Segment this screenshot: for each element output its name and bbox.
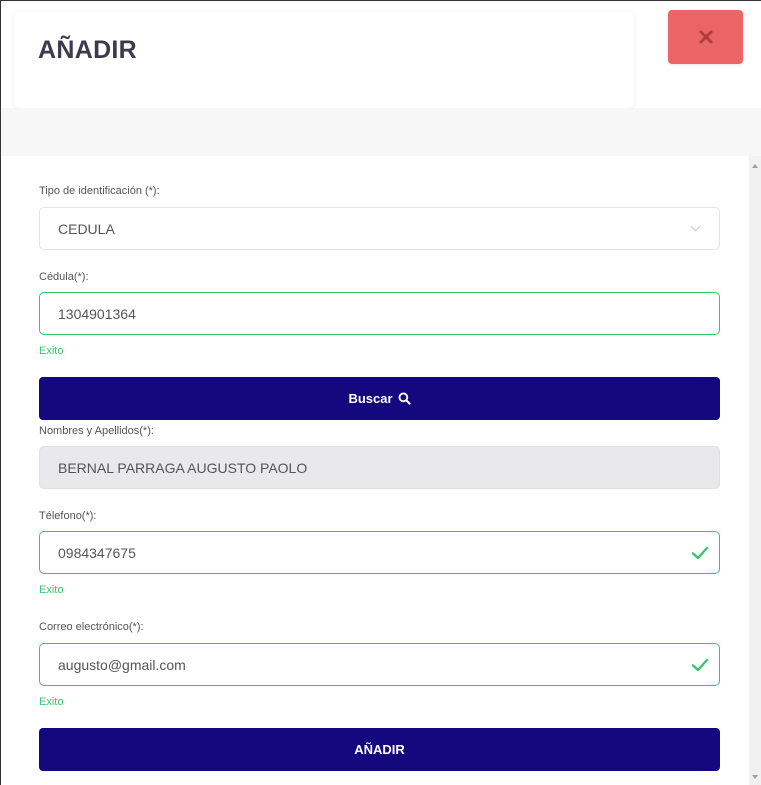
phone-label: Télefono(*): <box>39 510 97 522</box>
cedula-input[interactable]: 1304901364 <box>39 292 720 335</box>
close-icon <box>699 30 712 44</box>
search-button-label: Buscar <box>348 391 393 406</box>
full-name-value: BERNAL PARRAGA AUGUSTO PAOLO <box>58 459 308 476</box>
id-type-value: CEDULA <box>58 220 115 237</box>
chevron-down-icon <box>690 221 701 232</box>
modal-title: AÑADIR <box>38 36 138 64</box>
close-button[interactable] <box>668 10 743 64</box>
phone-feedback: Exito <box>39 584 64 596</box>
cedula-feedback: Exito <box>39 345 64 357</box>
phone-value: 0984347675 <box>58 544 136 561</box>
check-icon <box>691 546 709 560</box>
scroll-up-arrow-icon[interactable] <box>752 164 758 168</box>
cedula-label: Cédula(*): <box>39 271 89 283</box>
phone-input[interactable]: 0984347675 <box>39 531 720 574</box>
full-name-input: BERNAL PARRAGA AUGUSTO PAOLO <box>39 446 720 489</box>
scroll-down-arrow-icon[interactable] <box>752 775 758 779</box>
scrollbar[interactable] <box>749 156 761 785</box>
id-type-select[interactable]: CEDULA <box>39 207 720 250</box>
id-type-label: Tipo de identificación (*): <box>39 185 160 197</box>
window-frame-top <box>0 0 761 1</box>
email-value: augusto@gmail.com <box>58 656 186 673</box>
search-icon <box>398 392 411 405</box>
submit-button[interactable]: AÑADIR <box>39 728 720 771</box>
search-button[interactable]: Buscar <box>39 377 720 420</box>
full-name-label: Nombres y Apellidos(*): <box>39 425 154 437</box>
email-feedback: Exito <box>39 696 64 708</box>
modal-divider <box>1 108 761 156</box>
email-label: Correo electrónico(*): <box>39 621 144 633</box>
email-input[interactable]: augusto@gmail.com <box>39 643 720 686</box>
submit-button-label: AÑADIR <box>354 742 405 757</box>
cedula-value: 1304901364 <box>58 305 136 322</box>
check-icon <box>691 658 709 672</box>
